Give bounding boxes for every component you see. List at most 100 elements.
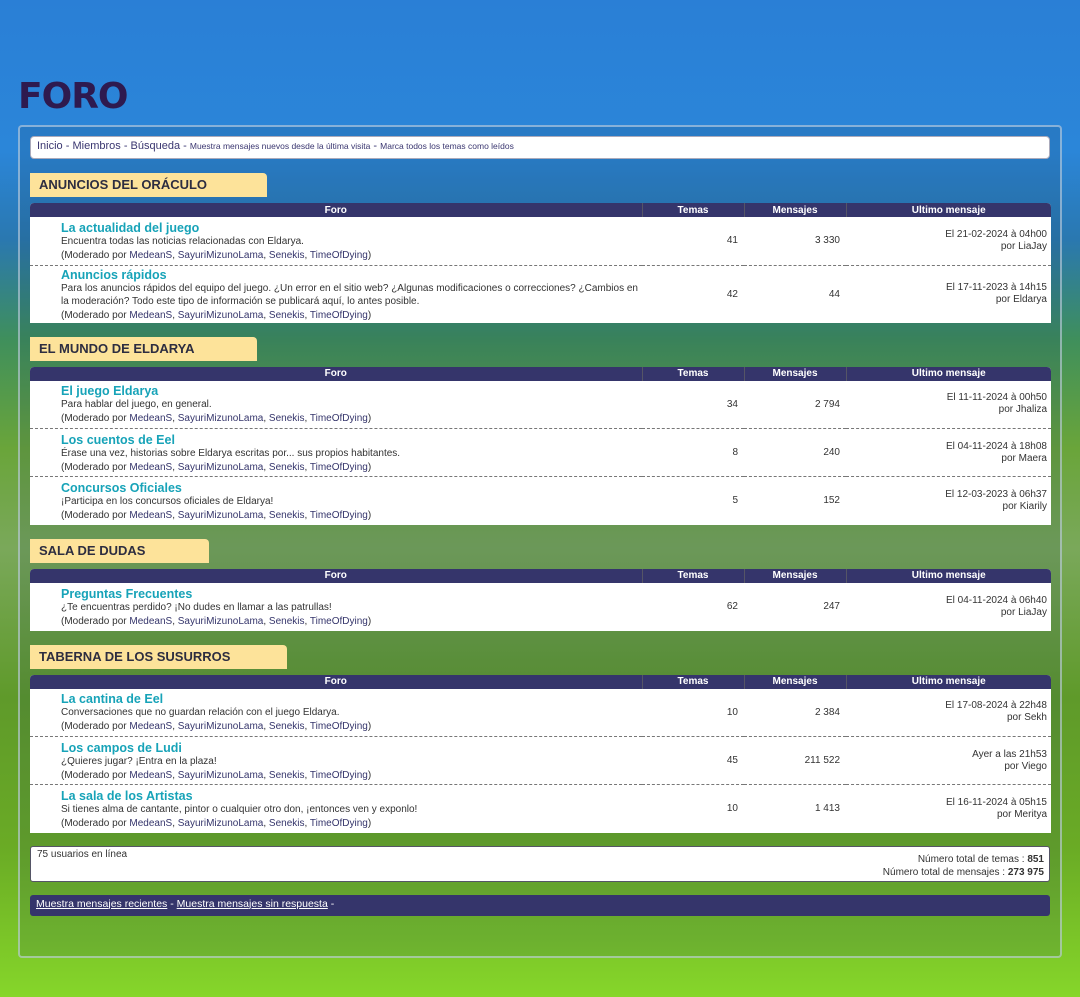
moderator-link[interactable]: SayuriMizunoLama [178, 250, 264, 261]
forum-description: Para hablar del juego, en general. [61, 399, 212, 411]
moderator-link[interactable]: TimeOfDying [310, 770, 368, 781]
moderator-link[interactable]: SayuriMizunoLama [178, 721, 264, 732]
last-post-author[interactable]: por Maera [1001, 453, 1047, 464]
column-header-ultimo: Ultimo mensaje [845, 674, 1051, 689]
moderator-link[interactable]: Senekis [269, 770, 305, 781]
moderator-link[interactable]: SayuriMizunoLama [178, 770, 264, 781]
last-post-author[interactable]: por Viego [1004, 761, 1047, 772]
nav-sep: - [180, 140, 190, 152]
moderator-link[interactable]: Senekis [269, 462, 305, 473]
table-header-row: Foro Temas Mensajes Ultimo mensaje [30, 568, 1051, 583]
moderator-link[interactable]: MedeanS [129, 770, 172, 781]
last-post-author[interactable]: por LiaJay [1001, 241, 1047, 252]
moderator-link[interactable]: Senekis [269, 510, 305, 521]
forum-description: ¿Te encuentras perdido? ¡No dudes en lla… [61, 601, 332, 613]
moderator-link[interactable]: Senekis [269, 250, 305, 261]
forum-link[interactable]: Concursos Oficiales [61, 481, 638, 495]
footer-sep: - [167, 897, 177, 910]
moderator-link[interactable]: SayuriMizunoLama [178, 413, 264, 424]
last-post-date[interactable]: El 16-11-2024 à 05h15 [946, 797, 1047, 808]
last-post-author[interactable]: por Meritya [997, 809, 1047, 820]
moderators-prefix: (Moderado por [61, 721, 130, 733]
moderator-link[interactable]: MedeanS [129, 818, 172, 829]
moderator-link[interactable]: SayuriMizunoLama [178, 462, 264, 473]
online-users: 75 usuarios en línea [37, 848, 128, 860]
last-post-author[interactable]: por Sekh [1007, 712, 1047, 723]
forum-link[interactable]: Anuncios rápidos [61, 268, 638, 282]
table-header-row: Foro Temas Mensajes Ultimo mensaje [30, 366, 1051, 381]
moderator-link[interactable]: SayuriMizunoLama [178, 310, 264, 321]
forum-link[interactable]: El juego Eldarya [61, 384, 638, 398]
total-topics-label: Número total de temas : [917, 853, 1028, 865]
last-post-author[interactable]: por Eldarya [996, 294, 1047, 305]
moderator-link[interactable]: TimeOfDying [310, 310, 368, 321]
moderator-link[interactable]: TimeOfDying [310, 462, 368, 473]
last-post-author[interactable]: por Jhaliza [999, 404, 1047, 415]
category-title[interactable]: ANUNCIOS DEL ORÁCULO [30, 173, 267, 197]
moderators: (Moderado por MedeanS, SayuriMizunoLama,… [61, 309, 372, 321]
moderator-link[interactable]: MedeanS [129, 310, 172, 321]
moderator-link[interactable]: MedeanS [129, 510, 172, 521]
forum-link[interactable]: Preguntas Frecuentes [61, 587, 638, 601]
last-post: El 12-03-2023 à 06h37 por Kiarily [846, 477, 1051, 525]
last-post-date[interactable]: El 17-08-2024 à 22h48 [945, 700, 1047, 711]
nav-mark-read[interactable]: Marca todos los temas como leídos [380, 141, 514, 151]
nav-new-posts[interactable]: Muestra mensajes nuevos desde la última … [190, 141, 370, 151]
moderator-link[interactable]: SayuriMizunoLama [178, 818, 264, 829]
total-posts-label: Número total de mensajes : [882, 866, 1008, 878]
moderator-link[interactable]: Senekis [269, 721, 305, 732]
last-post-date[interactable]: Ayer a las 21h53 [972, 749, 1047, 760]
forum-link[interactable]: La actualidad del juego [61, 221, 638, 235]
last-post-date[interactable]: El 21-02-2024 à 04h00 [945, 229, 1047, 240]
moderator-link[interactable]: SayuriMizunoLama [178, 616, 264, 627]
last-post-author[interactable]: por Kiarily [1003, 501, 1047, 512]
moderator-link[interactable]: Senekis [269, 616, 305, 627]
moderator-link[interactable]: TimeOfDying [310, 818, 368, 829]
unanswered-posts-link[interactable]: Muestra mensajes sin respuesta [177, 898, 328, 910]
forum-table: Foro Temas Mensajes Ultimo mensaje La cantin… [30, 674, 1051, 833]
category-title[interactable]: SALA DE DUDAS [30, 538, 209, 563]
nav-busqueda[interactable]: Búsqueda [131, 140, 181, 152]
forum-cell: La actualidad del juego Encuentra todas l… [30, 217, 642, 266]
topics-count: 10 [726, 803, 738, 815]
moderators: (Moderado por MedeanS, SayuriMizunoLama,… [61, 769, 372, 781]
topics-count: 5 [732, 495, 738, 507]
moderator-link[interactable]: SayuriMizunoLama [178, 510, 264, 521]
last-post: El 04-11-2024 à 06h40 por LiaJay [846, 583, 1051, 631]
footer-links: Muestra mensajes recientes - Muestra men… [30, 894, 1050, 916]
forum-link[interactable]: La cantina de Eel [61, 692, 638, 706]
moderator-link[interactable]: Senekis [269, 818, 305, 829]
nav-inicio[interactable]: Inicio [37, 140, 63, 152]
last-post-author[interactable]: por LiaJay [1001, 607, 1047, 618]
forum-row: Concursos Oficiales ¡Participa en los con… [30, 477, 1051, 525]
moderator-link[interactable]: MedeanS [129, 250, 172, 261]
column-header-ultimo: Ultimo mensaje [845, 203, 1051, 217]
moderator-link[interactable]: TimeOfDying [310, 616, 368, 627]
moderator-link[interactable]: MedeanS [129, 616, 172, 627]
nav-miembros[interactable]: Miembros [72, 140, 120, 152]
moderator-link[interactable]: MedeanS [129, 462, 172, 473]
moderator-link[interactable]: TimeOfDying [310, 413, 368, 424]
last-post-date[interactable]: El 04-11-2024 à 06h40 [946, 595, 1047, 606]
moderator-link[interactable]: MedeanS [129, 413, 172, 424]
moderator-link[interactable]: TimeOfDying [310, 250, 368, 261]
recent-posts-link[interactable]: Muestra mensajes recientes [36, 898, 167, 910]
posts-count: 2 384 [744, 688, 846, 737]
last-post-date[interactable]: El 04-11-2024 à 18h08 [946, 441, 1047, 452]
last-post-date[interactable]: El 12-03-2023 à 06h37 [945, 489, 1047, 500]
moderator-link[interactable]: TimeOfDying [310, 510, 368, 521]
moderator-link[interactable]: Senekis [269, 413, 305, 424]
forum-link[interactable]: La sala de los Artistas [61, 789, 638, 803]
moderator-link[interactable]: MedeanS [129, 721, 172, 732]
category: SALA DE DUDAS Foro Temas Mensajes Ultimo men… [30, 538, 1051, 631]
category-title[interactable]: EL MUNDO DE ELDARYA [30, 336, 257, 361]
forum-link[interactable]: Los campos de Ludi [61, 741, 638, 755]
category-title[interactable]: TABERNA DE LOS SUSURROS [30, 644, 287, 669]
last-post: Ayer a las 21h53 por Viego [846, 736, 1051, 785]
last-post-date[interactable]: El 17-11-2023 à 14h15 [946, 282, 1047, 293]
last-post-date[interactable]: El 11-11-2024 à 00h50 [947, 392, 1047, 403]
moderator-link[interactable]: TimeOfDying [310, 721, 368, 732]
moderator-link[interactable]: Senekis [269, 310, 305, 321]
forum-link[interactable]: Los cuentos de Eel [61, 433, 638, 447]
table-header-row: Foro Temas Mensajes Ultimo mensaje [30, 674, 1051, 689]
